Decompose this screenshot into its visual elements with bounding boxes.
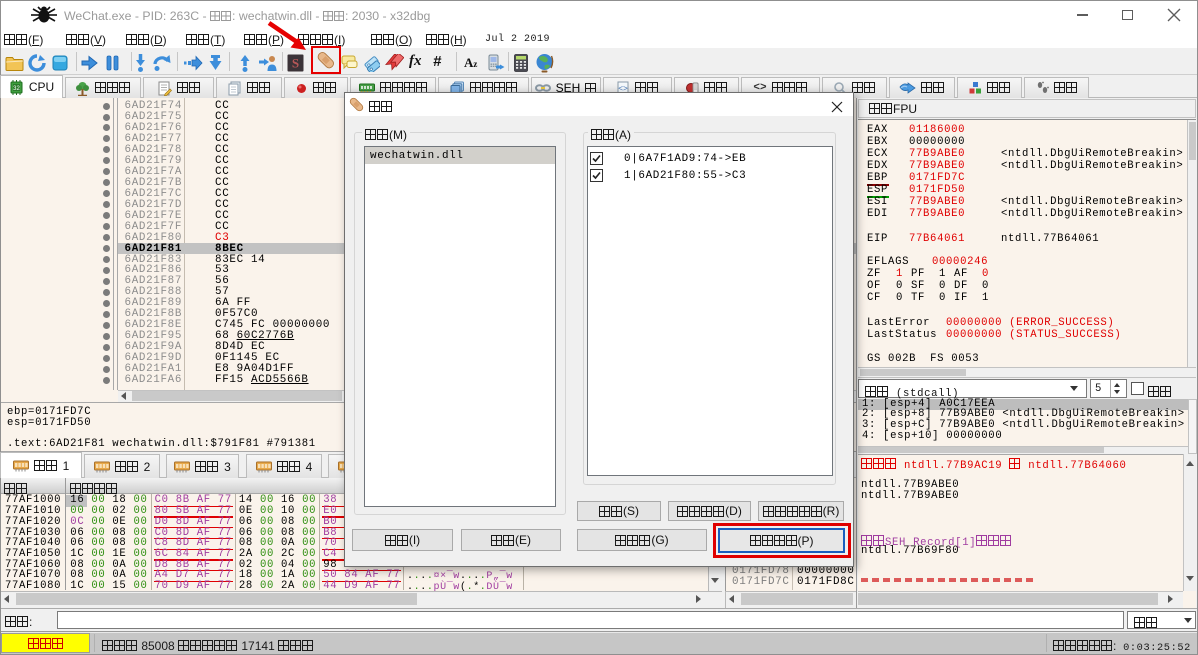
svg-text:32: 32 bbox=[13, 85, 20, 91]
svg-text:S: S bbox=[292, 56, 299, 71]
